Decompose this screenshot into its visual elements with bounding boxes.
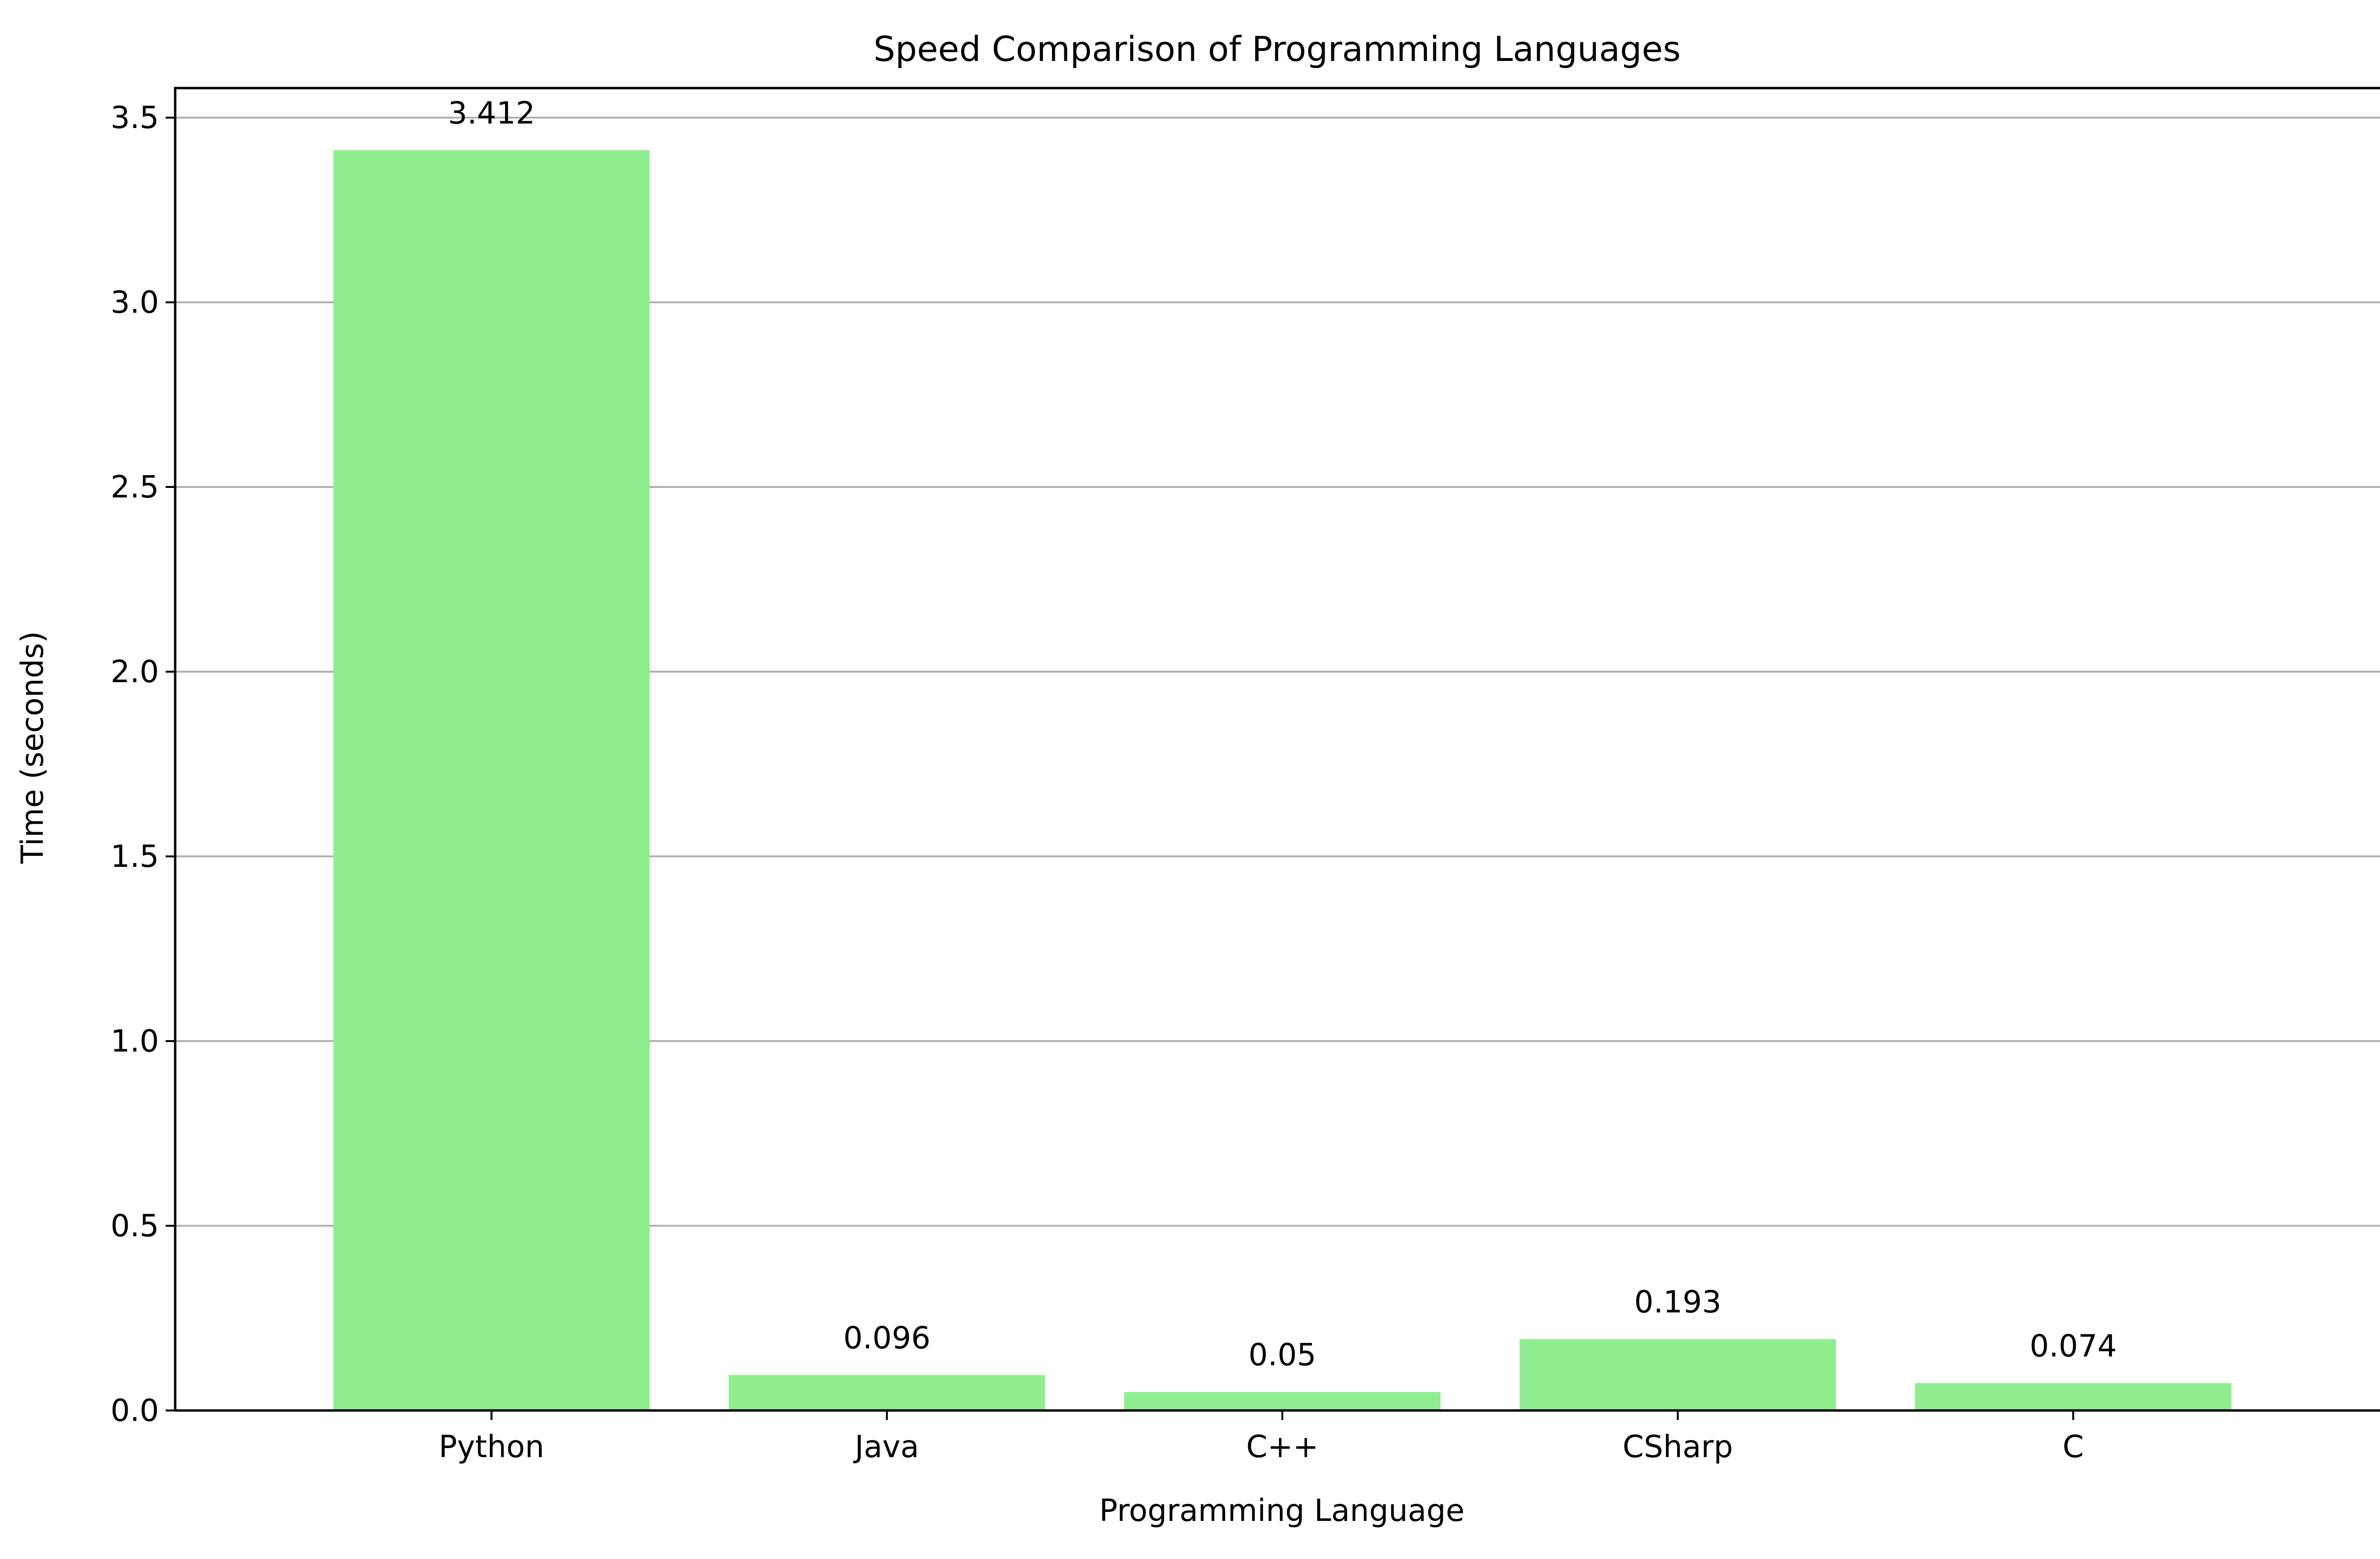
- x-tick-label: CSharp: [1623, 1430, 1733, 1465]
- y-tick-label: 1.0: [110, 1024, 159, 1059]
- bar-csharp: [1519, 1339, 1836, 1410]
- bar-python: [333, 150, 650, 1410]
- y-tick-label: 0.0: [110, 1393, 159, 1429]
- y-tick-label: 1.5: [110, 839, 159, 874]
- chart-title: Speed Comparison of Programming Language…: [873, 29, 1681, 69]
- data-label: 0.05: [1249, 1338, 1317, 1373]
- data-label: 0.193: [1634, 1285, 1721, 1320]
- y-tick-label: 0.5: [110, 1209, 159, 1244]
- bar-java: [729, 1375, 1045, 1410]
- y-axis-label: Time (seconds): [15, 631, 50, 864]
- y-tick-label: 3.0: [110, 285, 159, 320]
- y-tick-label: 3.5: [110, 100, 159, 136]
- bar-c-: [1124, 1392, 1441, 1410]
- chart-container: 0.0 0.5 1.0 1.5 2.0 2.5 3.0 3.5 Python 3.412 Java 0…: [0, 0, 2380, 1557]
- x-axis-label: Programming Language: [1099, 1493, 1465, 1529]
- x-tick-label: Java: [853, 1430, 919, 1465]
- data-label: 0.074: [2030, 1329, 2117, 1364]
- y-tick-label: 2.5: [110, 470, 159, 505]
- bar-c: [1915, 1383, 2231, 1410]
- x-tick-label: Python: [439, 1430, 545, 1465]
- data-label: 0.096: [843, 1321, 931, 1356]
- bar-chart: 0.0 0.5 1.0 1.5 2.0 2.5 3.0 3.5 Python 3.412 Java 0…: [0, 0, 2380, 1557]
- data-label: 3.412: [448, 96, 535, 131]
- x-tick-label: C: [2063, 1430, 2084, 1465]
- x-tick-label: C++: [1246, 1430, 1319, 1465]
- y-tick-label: 2.0: [110, 655, 159, 690]
